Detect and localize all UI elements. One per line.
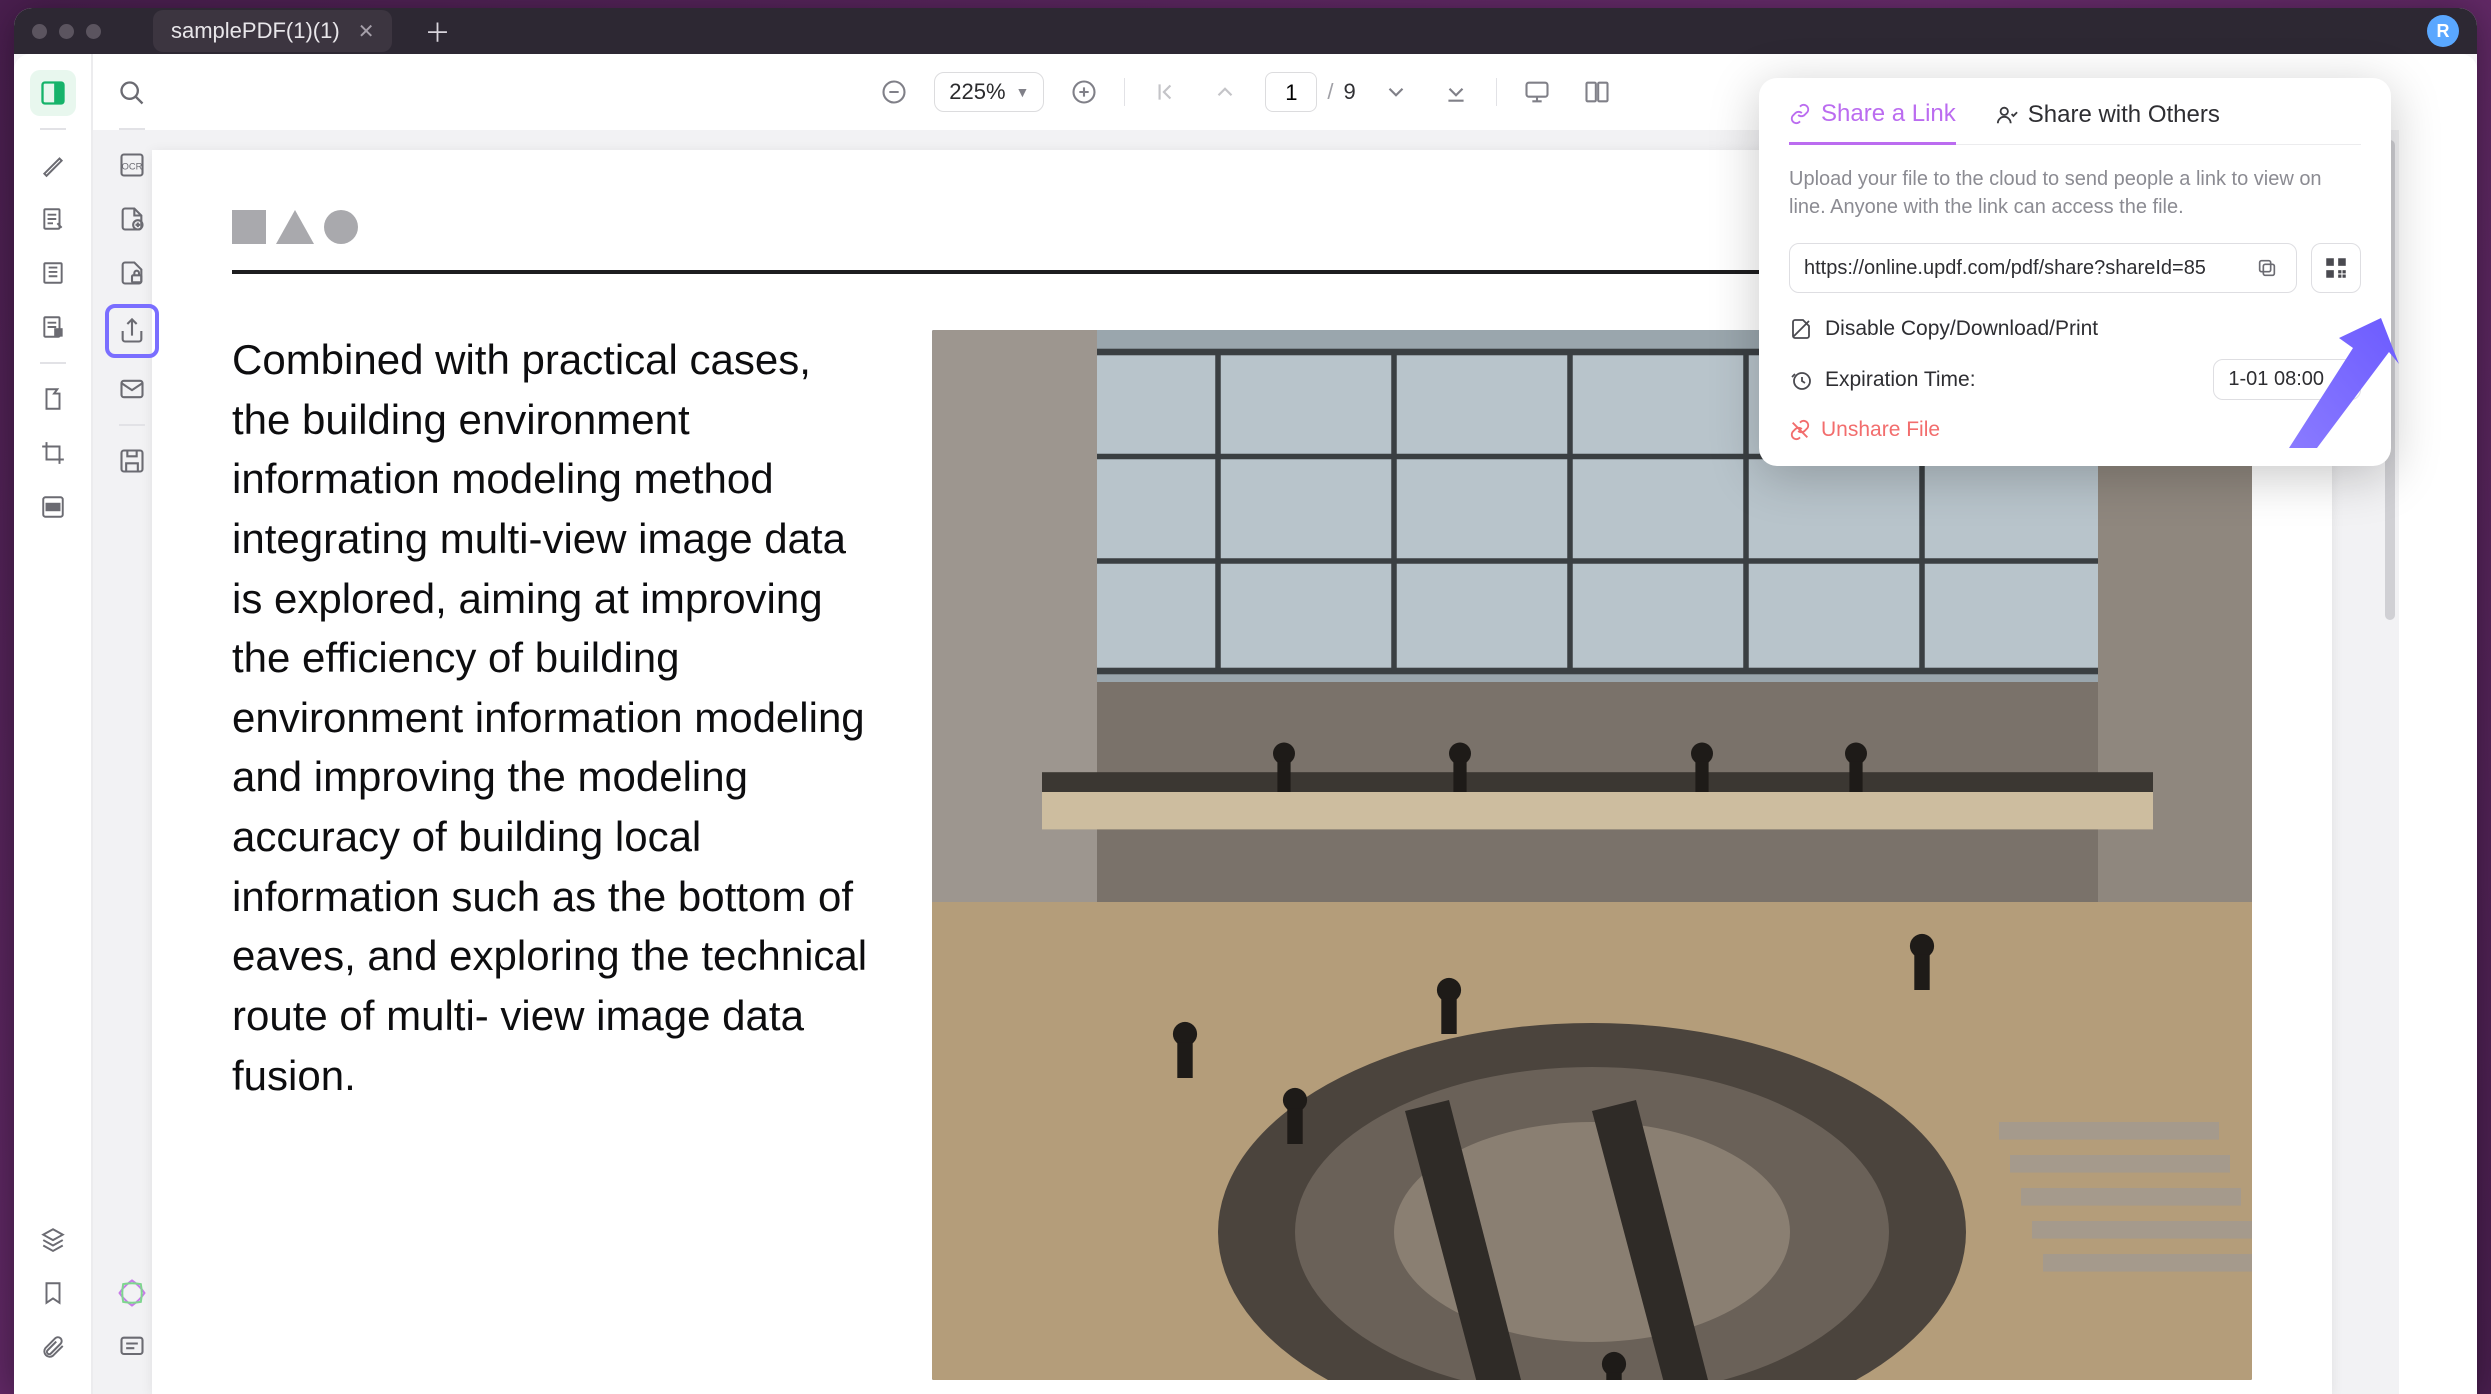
form-tool-button[interactable] bbox=[30, 304, 76, 350]
page-columns: Combined with practical cases, the build… bbox=[232, 330, 2252, 1380]
unshare-button[interactable]: Unshare File bbox=[1789, 418, 2361, 442]
ban-icon bbox=[1789, 317, 1813, 341]
zoom-value: 225% bbox=[949, 79, 1005, 105]
comments-button[interactable] bbox=[109, 1324, 155, 1370]
tab-title: samplePDF(1)(1) bbox=[171, 18, 340, 44]
qr-icon bbox=[2323, 255, 2349, 281]
redact-tool-button[interactable] bbox=[30, 484, 76, 530]
disable-copy-row[interactable]: Disable Copy/Download/Print bbox=[1789, 317, 2361, 341]
annotation-arrow bbox=[2289, 318, 2399, 448]
page-body-text: Combined with practical cases, the build… bbox=[232, 330, 872, 1380]
tab-share-link[interactable]: Share a Link bbox=[1789, 100, 1956, 145]
last-page-button[interactable] bbox=[1436, 72, 1476, 112]
share-button[interactable] bbox=[113, 312, 151, 350]
svg-text:OCR: OCR bbox=[121, 162, 142, 172]
people-icon bbox=[1996, 104, 2018, 126]
previous-page-button[interactable] bbox=[1205, 72, 1245, 112]
close-tab-icon[interactable]: ✕ bbox=[358, 19, 375, 44]
page-photo bbox=[932, 330, 2252, 1380]
window-controls bbox=[32, 24, 101, 39]
copy-link-button[interactable] bbox=[2252, 253, 2282, 283]
reader-tool-button[interactable] bbox=[30, 70, 76, 116]
page-indicator: 1 / 9 bbox=[1265, 72, 1355, 112]
layers-button[interactable] bbox=[30, 1216, 76, 1262]
share-button-highlight bbox=[105, 304, 159, 358]
copy-icon bbox=[2256, 257, 2278, 279]
expiration-label: Expiration Time: bbox=[1825, 368, 1976, 392]
presentation-button[interactable] bbox=[1517, 72, 1557, 112]
attachment-button[interactable] bbox=[30, 1324, 76, 1370]
avatar-initial: R bbox=[2437, 21, 2450, 42]
share-link-row: https://online.updf.com/pdf/share?shareI… bbox=[1789, 243, 2361, 293]
circle-icon bbox=[324, 210, 358, 244]
save-button[interactable] bbox=[109, 438, 155, 484]
organize-tool-button[interactable] bbox=[30, 376, 76, 422]
divider bbox=[119, 424, 145, 426]
zoom-select[interactable]: 225% ▼ bbox=[934, 72, 1044, 112]
expiration-row: Expiration Time: 1-01 08:00 bbox=[1789, 359, 2361, 400]
divider bbox=[1124, 78, 1125, 106]
tab-share-link-label: Share a Link bbox=[1821, 100, 1956, 128]
divider bbox=[119, 128, 145, 130]
qr-code-button[interactable] bbox=[2311, 243, 2361, 293]
page-total: 9 bbox=[1344, 79, 1356, 105]
right-sidebar: OCR bbox=[92, 54, 170, 1394]
add-file-button[interactable] bbox=[109, 196, 155, 242]
crop-tool-button[interactable] bbox=[30, 430, 76, 476]
zoom-in-button[interactable] bbox=[1064, 72, 1104, 112]
page-separator: / bbox=[1327, 79, 1333, 105]
user-avatar[interactable]: R bbox=[2427, 15, 2459, 47]
chevron-down-icon: ▼ bbox=[1016, 84, 1030, 100]
tab-share-others[interactable]: Share with Others bbox=[1996, 100, 2220, 144]
close-window-button[interactable] bbox=[32, 24, 47, 39]
first-page-button[interactable] bbox=[1145, 72, 1185, 112]
minimize-window-button[interactable] bbox=[59, 24, 74, 39]
share-description: Upload your file to the cloud to send pe… bbox=[1789, 165, 2361, 221]
protect-button[interactable] bbox=[109, 250, 155, 296]
page-thumbnails-button[interactable] bbox=[30, 250, 76, 296]
annotate-tool-button[interactable] bbox=[30, 196, 76, 242]
search-button[interactable] bbox=[109, 70, 155, 116]
unlink-icon bbox=[1789, 419, 1811, 441]
share-link-field[interactable]: https://online.updf.com/pdf/share?shareI… bbox=[1789, 243, 2297, 293]
unshare-label: Unshare File bbox=[1821, 418, 1940, 442]
square-icon bbox=[232, 210, 266, 244]
zoom-out-button[interactable] bbox=[874, 72, 914, 112]
left-sidebar bbox=[14, 54, 92, 1394]
bookmark-button[interactable] bbox=[30, 1270, 76, 1316]
ai-button[interactable] bbox=[109, 1270, 155, 1316]
triangle-icon bbox=[276, 210, 314, 244]
highlighter-tool-button[interactable] bbox=[30, 142, 76, 188]
share-tabs: Share a Link Share with Others bbox=[1789, 100, 2361, 145]
document-tab[interactable]: samplePDF(1)(1) ✕ bbox=[153, 10, 392, 52]
divider bbox=[40, 128, 66, 130]
new-tab-button[interactable]: ＋ bbox=[424, 13, 450, 50]
divider bbox=[1496, 78, 1497, 106]
next-page-button[interactable] bbox=[1376, 72, 1416, 112]
tab-share-others-label: Share with Others bbox=[2028, 101, 2220, 129]
split-view-button[interactable] bbox=[1577, 72, 1617, 112]
titlebar: samplePDF(1)(1) ✕ ＋ R bbox=[14, 8, 2477, 54]
email-button[interactable] bbox=[109, 366, 155, 412]
page-current-input[interactable]: 1 bbox=[1265, 72, 1317, 112]
app-window: samplePDF(1)(1) ✕ ＋ R bbox=[14, 8, 2477, 1394]
clock-icon bbox=[1789, 368, 1813, 392]
share-link-text: https://online.updf.com/pdf/share?shareI… bbox=[1804, 257, 2242, 280]
divider bbox=[40, 362, 66, 364]
maximize-window-button[interactable] bbox=[86, 24, 101, 39]
link-icon bbox=[1789, 103, 1811, 125]
ocr-button[interactable]: OCR bbox=[109, 142, 155, 188]
disable-copy-label: Disable Copy/Download/Print bbox=[1825, 317, 2098, 341]
